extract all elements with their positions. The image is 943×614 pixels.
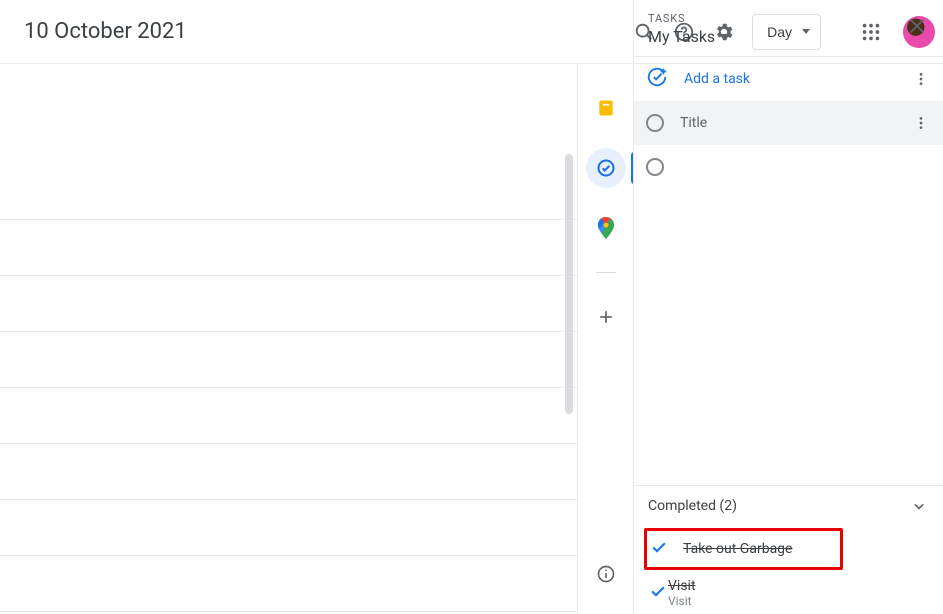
task-row-empty[interactable] — [634, 145, 943, 189]
tasks-section-label: TASKS — [648, 12, 929, 25]
more-vert-icon — [913, 115, 929, 131]
task-title-input[interactable]: Title — [680, 115, 707, 131]
check-icon — [648, 581, 668, 605]
completed-header-text: Completed (2) — [648, 498, 737, 514]
hour-slot[interactable] — [0, 332, 577, 388]
chevron-down-icon — [719, 34, 727, 39]
keep-icon — [596, 98, 616, 118]
hour-slot[interactable] — [0, 388, 577, 444]
chevron-down-icon — [909, 496, 929, 516]
completed-toggle[interactable]: Completed (2) — [634, 485, 943, 526]
tasks-list-selector[interactable]: My Tasks — [648, 27, 929, 46]
info-button[interactable] — [586, 554, 626, 594]
task-menu-button[interactable] — [909, 111, 933, 135]
hour-slot[interactable] — [0, 444, 577, 500]
date-title: 10 October 2021 — [24, 19, 187, 44]
side-panel-rail — [577, 64, 633, 614]
add-task-label: Add a task — [684, 71, 750, 87]
list-menu-button[interactable] — [909, 67, 933, 91]
maps-pin-icon — [597, 217, 615, 239]
completed-task-note: Visit — [668, 594, 696, 608]
hour-slot[interactable] — [0, 556, 577, 612]
tasks-header: TASKS My Tasks — [634, 0, 943, 56]
addons-button[interactable] — [586, 297, 626, 337]
more-vert-icon — [913, 71, 929, 87]
rail-divider — [596, 272, 616, 273]
plus-icon — [596, 307, 616, 327]
tasks-button[interactable] — [586, 148, 626, 188]
hour-slot[interactable] — [0, 276, 577, 332]
add-task-row[interactable]: Add a task — [634, 57, 943, 101]
completed-section: Completed (2) Take out Garbage Visit Vis — [634, 485, 943, 614]
task-complete-toggle[interactable] — [646, 114, 664, 132]
close-icon — [906, 15, 928, 37]
completed-task-row[interactable]: Visit Visit — [634, 572, 943, 614]
task-complete-toggle[interactable] — [646, 158, 664, 176]
calendar-day-grid[interactable] — [0, 64, 577, 614]
close-panel-button[interactable] — [901, 10, 933, 42]
hour-slot[interactable] — [0, 220, 577, 276]
completed-task-row[interactable]: Take out Garbage — [649, 533, 792, 565]
info-icon — [596, 564, 616, 584]
completed-task-title: Take out Garbage — [683, 541, 792, 557]
task-row[interactable]: Title — [634, 101, 943, 145]
scrollbar[interactable] — [565, 154, 573, 414]
add-task-icon — [646, 66, 668, 92]
tasks-icon — [596, 158, 616, 178]
check-icon — [649, 537, 669, 561]
maps-button[interactable] — [586, 208, 626, 248]
keep-button[interactable] — [586, 88, 626, 128]
completed-task-title: Visit — [668, 578, 696, 594]
annotation-highlight: Take out Garbage — [644, 528, 843, 570]
hour-slot[interactable] — [0, 164, 577, 220]
hour-slot[interactable] — [0, 500, 577, 556]
tasks-list-name-text: My Tasks — [648, 27, 715, 46]
tasks-panel: TASKS My Tasks Add a task Title — [633, 0, 943, 614]
